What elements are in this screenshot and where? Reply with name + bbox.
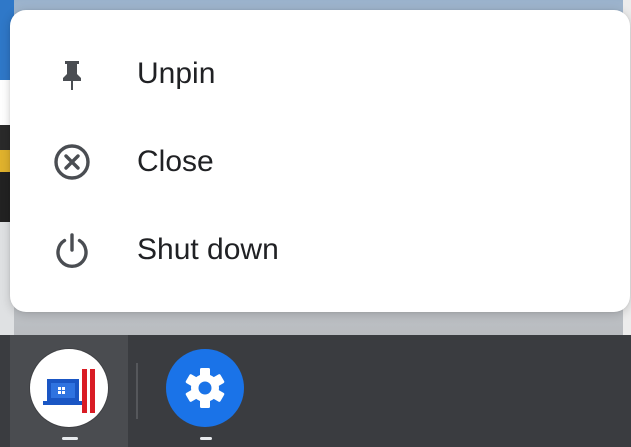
menu-item-close[interactable]: Close: [10, 118, 630, 206]
remote-desktop-app-icon[interactable]: [30, 349, 108, 427]
menu-item-label: Close: [137, 145, 214, 178]
menu-item-label: Unpin: [137, 57, 216, 90]
settings-app-icon[interactable]: [166, 349, 244, 427]
shelf-separator: [136, 363, 138, 419]
power-icon: [52, 230, 92, 270]
close-circle-icon: [52, 142, 92, 182]
shelf: [0, 335, 631, 447]
pin-icon: [52, 54, 92, 94]
menu-item-shut-down[interactable]: Shut down: [10, 206, 630, 294]
menu-item-unpin[interactable]: Unpin: [10, 30, 630, 118]
menu-item-label: Shut down: [137, 233, 279, 266]
shelf-context-menu: Unpin Close Shut down: [10, 10, 630, 312]
running-indicator: [200, 437, 212, 440]
running-indicator: [62, 437, 78, 440]
